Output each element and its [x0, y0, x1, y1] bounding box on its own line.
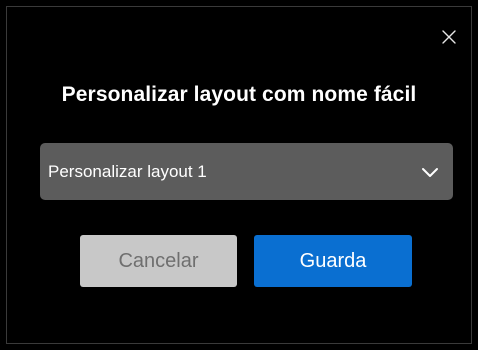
chevron-down-icon: [421, 166, 439, 178]
cancel-button[interactable]: Cancelar: [80, 235, 237, 287]
customize-layout-dialog: Personalizar layout com nome fácil Perso…: [6, 6, 472, 344]
save-button[interactable]: Guarda: [254, 235, 412, 287]
layout-name-selected-value: Personalizar layout 1: [48, 162, 207, 181]
layout-name-dropdown[interactable]: Personalizar layout 1: [40, 143, 453, 200]
close-icon[interactable]: [441, 29, 457, 45]
dialog-title: Personalizar layout com nome fácil: [61, 83, 417, 106]
